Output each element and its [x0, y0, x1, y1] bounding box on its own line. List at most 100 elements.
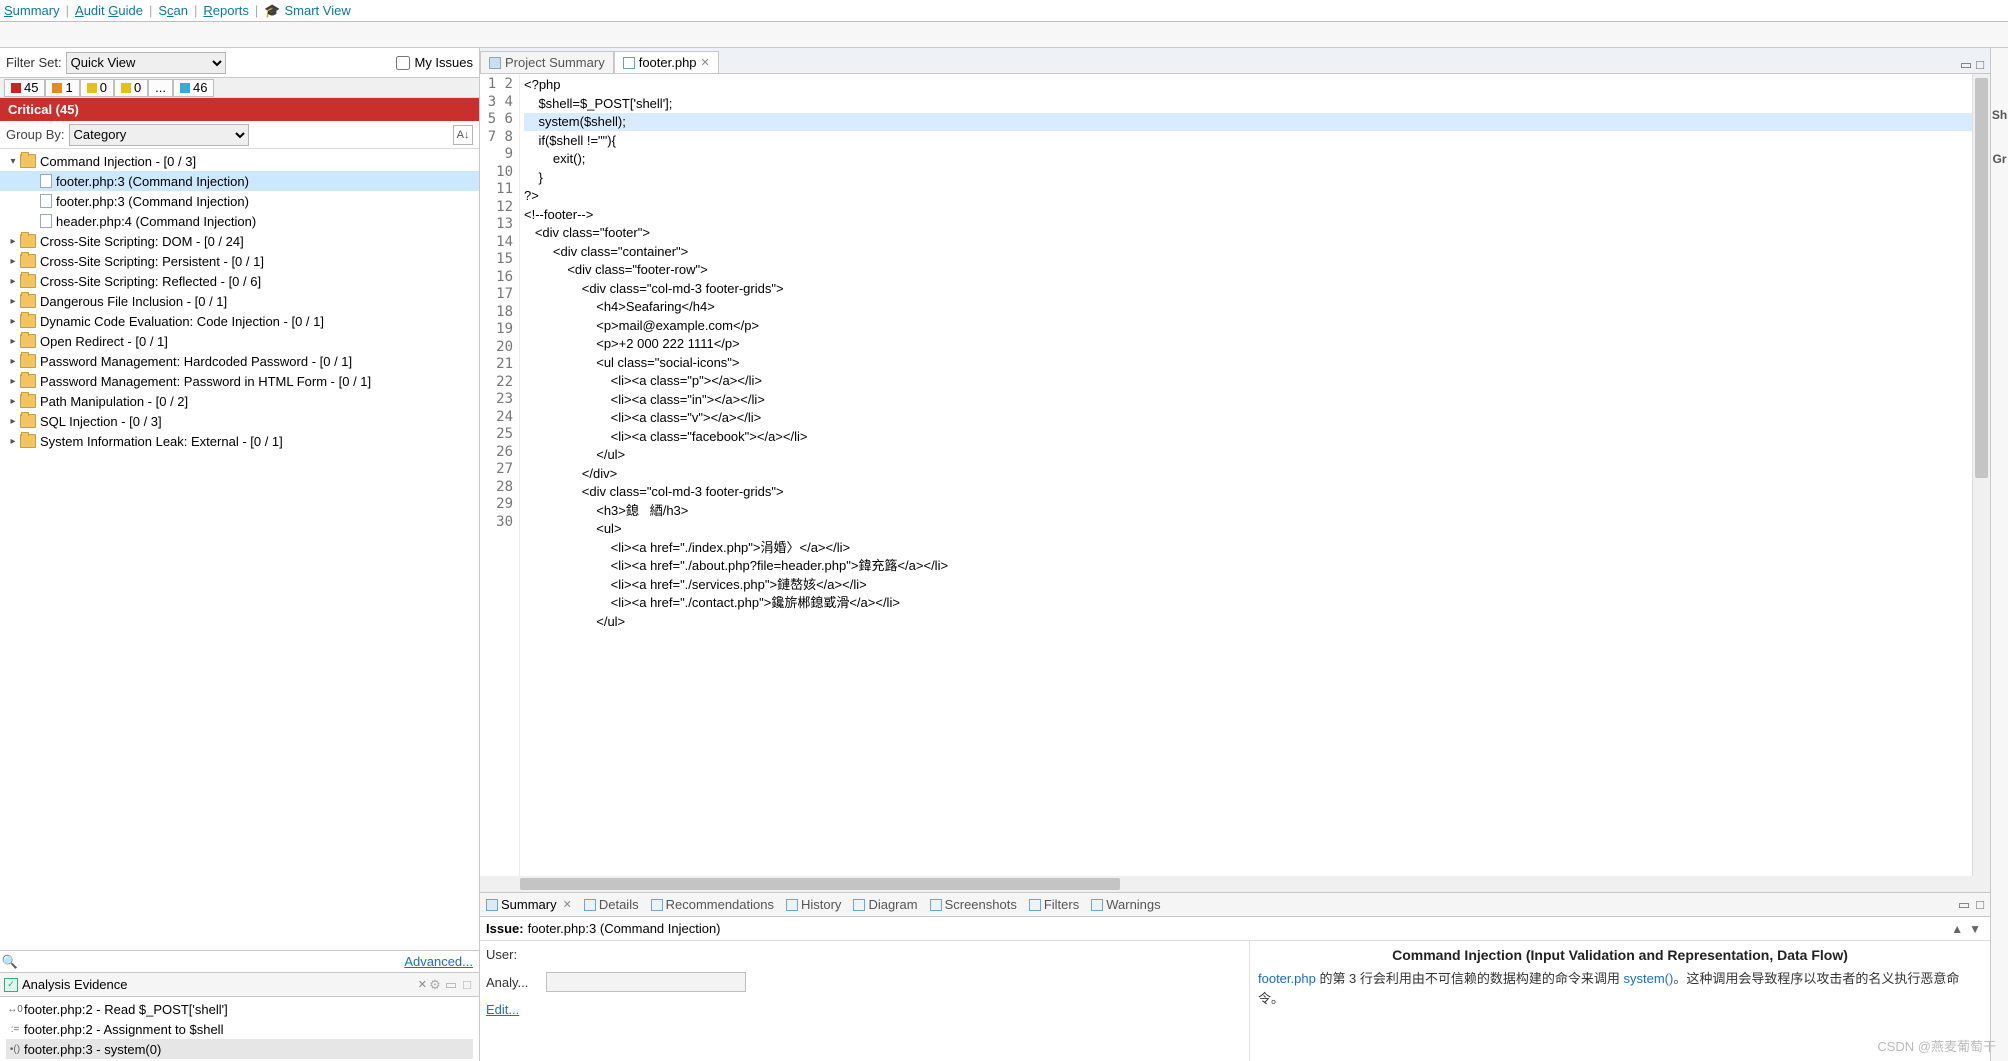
- filter-set-label: Filter Set:: [6, 55, 62, 70]
- tree-category[interactable]: ▸System Information Leak: External - [0 …: [0, 431, 479, 451]
- description-title: Command Injection (Input Validation and …: [1258, 947, 1982, 963]
- code-editor[interactable]: <?php $shell=$_POST['shell']; system($sh…: [520, 74, 1972, 876]
- line-gutter: 1 2 3 4 5 6 7 8 9 10 11 12 13 14 15 16 1…: [480, 74, 520, 876]
- folder-icon: [20, 414, 36, 428]
- maximize-icon[interactable]: □: [459, 977, 475, 992]
- close-icon[interactable]: ✕: [701, 56, 710, 69]
- severity-medium[interactable]: 0: [80, 79, 114, 97]
- menu-smartview[interactable]: Smart View: [285, 3, 351, 18]
- sidebar-gr[interactable]: Gr: [1992, 152, 2006, 166]
- tab-icon: [930, 899, 942, 911]
- file-icon: [40, 174, 52, 188]
- tree-category[interactable]: ▸Cross-Site Scripting: Reflected - [0 / …: [0, 271, 479, 291]
- bottom-tab-warnings[interactable]: Warnings: [1085, 895, 1166, 914]
- folder-icon: [20, 374, 36, 388]
- menu-scan[interactable]: Scan: [158, 3, 188, 18]
- toolbar-strip: [0, 22, 2008, 48]
- horizontal-scrollbar[interactable]: [480, 876, 1990, 892]
- issue-value: footer.php:3 (Command Injection): [528, 921, 721, 936]
- search-input[interactable]: [20, 952, 398, 972]
- minimize-icon[interactable]: ▭: [443, 977, 459, 993]
- folder-icon: [20, 294, 36, 308]
- tree-category[interactable]: ▸Open Redirect - [0 / 1]: [0, 331, 479, 351]
- tab-footer-php[interactable]: footer.php ✕: [614, 51, 719, 73]
- severity-high[interactable]: 1: [45, 79, 79, 97]
- tree-item[interactable]: footer.php:3 (Command Injection): [0, 171, 479, 191]
- search-icon: 🔍: [0, 954, 20, 970]
- minimize-icon[interactable]: ▭: [1958, 897, 1970, 913]
- folder-icon: [20, 274, 36, 288]
- bottom-tab-screenshots[interactable]: Screenshots: [924, 895, 1023, 914]
- bottom-tab-summary[interactable]: Summary✕: [480, 895, 578, 914]
- advanced-link[interactable]: Advanced...: [404, 954, 473, 969]
- folder-icon: [20, 154, 36, 168]
- graduation-icon: 🎓: [264, 3, 280, 19]
- evidence-icon: ✓: [4, 978, 18, 992]
- critical-header: Critical (45): [0, 98, 479, 121]
- vertical-scrollbar[interactable]: [1972, 74, 1990, 876]
- tree-category[interactable]: ▸Path Manipulation - [0 / 2]: [0, 391, 479, 411]
- tab-icon: [651, 899, 663, 911]
- bottom-tab-details[interactable]: Details: [578, 895, 645, 914]
- folder-icon: [20, 234, 36, 248]
- my-issues-label: My Issues: [414, 55, 473, 70]
- maximize-icon[interactable]: □: [1976, 57, 1984, 73]
- next-issue-icon[interactable]: ▼: [1969, 922, 1981, 936]
- menu-reports[interactable]: Reports: [203, 3, 249, 18]
- severity-info[interactable]: 46: [173, 79, 214, 97]
- severity-critical[interactable]: 45: [4, 79, 45, 97]
- evidence-item[interactable]: :=footer.php:2 - Assignment to $shell: [6, 1019, 473, 1039]
- watermark: CSDN @燕麦葡萄干: [1877, 1036, 1996, 1055]
- file-icon: [40, 214, 52, 228]
- folder-icon: [20, 434, 36, 448]
- folder-icon: [20, 254, 36, 268]
- sort-button[interactable]: A↓: [453, 125, 473, 145]
- tab-icon: [623, 57, 635, 69]
- severity-more[interactable]: ...: [148, 79, 173, 97]
- issue-tree[interactable]: ▾Command Injection - [0 / 3]footer.php:3…: [0, 149, 479, 950]
- close-icon[interactable]: ✕: [418, 978, 427, 991]
- sidebar-sh[interactable]: Sh: [1992, 108, 2007, 122]
- menu-summary[interactable]: Summary: [4, 3, 60, 18]
- evidence-title: Analysis Evidence: [22, 977, 414, 992]
- tree-category[interactable]: ▸Cross-Site Scripting: Persistent - [0 /…: [0, 251, 479, 271]
- tree-item[interactable]: header.php:4 (Command Injection): [0, 211, 479, 231]
- bottom-tab-history[interactable]: History: [780, 895, 847, 914]
- tree-category[interactable]: ▸Dangerous File Inclusion - [0 / 1]: [0, 291, 479, 311]
- evidence-item[interactable]: ↔0footer.php:2 - Read $_POST['shell']: [6, 999, 473, 1019]
- analy-field[interactable]: [546, 972, 746, 992]
- menubar: Summary | Audit Guide | Scan | Reports |…: [0, 0, 2008, 22]
- tree-category[interactable]: ▸Dynamic Code Evaluation: Code Injection…: [0, 311, 479, 331]
- severity-low[interactable]: 0: [114, 79, 148, 97]
- tab-icon: [489, 57, 501, 69]
- groupby-select[interactable]: Category: [69, 124, 249, 146]
- tree-category[interactable]: ▸Password Management: Hardcoded Password…: [0, 351, 479, 371]
- bottom-tab-recommendations[interactable]: Recommendations: [645, 895, 780, 914]
- tree-category[interactable]: ▸Cross-Site Scripting: DOM - [0 / 24]: [0, 231, 479, 251]
- folder-icon: [20, 314, 36, 328]
- user-label: User:: [486, 947, 546, 962]
- my-issues-checkbox[interactable]: [396, 56, 410, 70]
- close-icon[interactable]: ✕: [563, 898, 572, 911]
- evidence-item[interactable]: •()footer.php:3 - system(0): [6, 1039, 473, 1059]
- menu-audit[interactable]: Audit Guide: [75, 3, 143, 18]
- file-icon: [40, 194, 52, 208]
- bottom-tab-filters[interactable]: Filters: [1023, 895, 1085, 914]
- minimize-icon[interactable]: ▭: [1960, 57, 1972, 73]
- tree-category[interactable]: ▾Command Injection - [0 / 3]: [0, 151, 479, 171]
- tree-item[interactable]: footer.php:3 (Command Injection): [0, 191, 479, 211]
- groupby-label: Group By:: [6, 127, 65, 142]
- tab-project-summary[interactable]: Project Summary: [480, 51, 614, 73]
- tree-category[interactable]: ▸Password Management: Password in HTML F…: [0, 371, 479, 391]
- tree-category[interactable]: ▸SQL Injection - [0 / 3]: [0, 411, 479, 431]
- severity-bar: 45 1 0 0 ... 46: [0, 78, 479, 98]
- filter-set-select[interactable]: Quick View: [66, 52, 226, 74]
- folder-icon: [20, 394, 36, 408]
- maximize-icon[interactable]: □: [1976, 897, 1984, 913]
- evidence-tool-1[interactable]: ⚙: [427, 977, 443, 993]
- tab-icon: [786, 899, 798, 911]
- folder-icon: [20, 334, 36, 348]
- prev-issue-icon[interactable]: ▲: [1951, 922, 1963, 936]
- bottom-tab-diagram[interactable]: Diagram: [847, 895, 923, 914]
- edit-link[interactable]: Edit...: [486, 1002, 519, 1017]
